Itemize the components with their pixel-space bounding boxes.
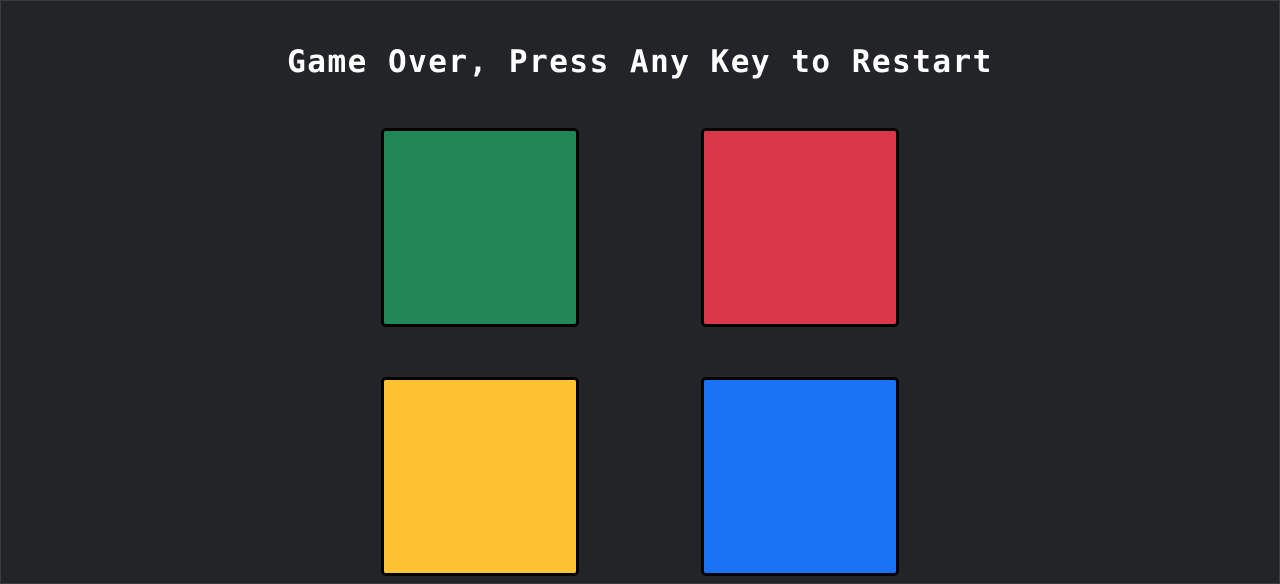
green-pad-button[interactable] [381,128,579,327]
red-pad-button[interactable] [701,128,899,327]
blue-pad-button[interactable] [701,377,899,576]
yellow-pad-button[interactable] [381,377,579,576]
game-status-message: Game Over, Press Any Key to Restart [287,44,993,80]
game-frame [0,0,1280,584]
